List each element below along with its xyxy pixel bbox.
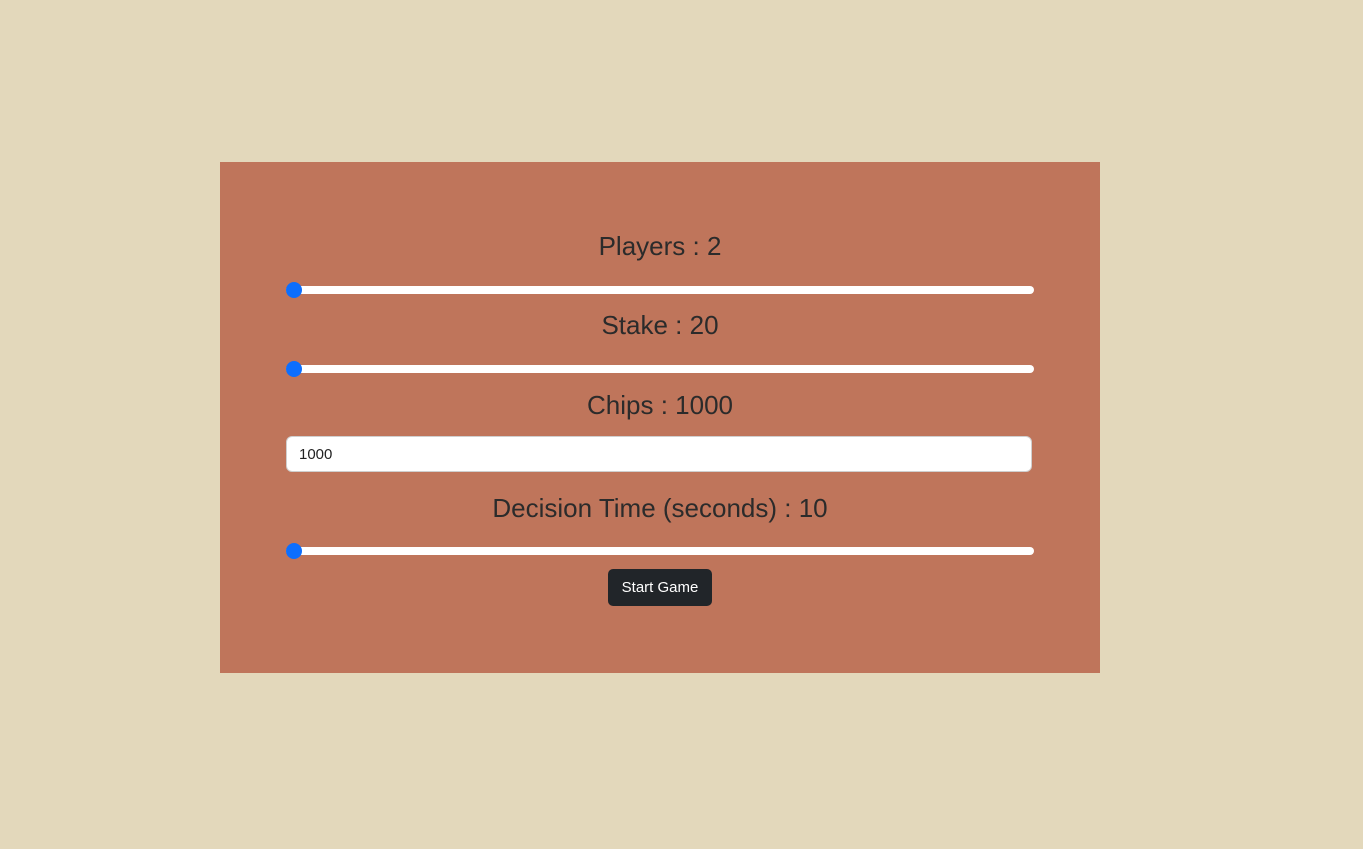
start-game-button[interactable]: Start Game — [608, 569, 712, 606]
decision-time-slider[interactable] — [286, 541, 1034, 561]
chips-label: Chips : 1000 — [587, 390, 733, 420]
players-label: Players : 2 — [598, 231, 722, 261]
stake-slider[interactable] — [286, 359, 1034, 379]
stake-label: Stake : 20 — [601, 310, 719, 340]
decision-time-slider-thumb[interactable] — [286, 543, 302, 559]
players-slider-track[interactable] — [286, 286, 1034, 294]
stake-slider-track[interactable] — [286, 365, 1034, 373]
decision-time-label: Decision Time (seconds) : 10 — [492, 493, 828, 523]
decision-time-slider-track[interactable] — [286, 547, 1034, 555]
players-slider[interactable] — [286, 280, 1034, 300]
stake-slider-thumb[interactable] — [286, 361, 302, 377]
players-slider-thumb[interactable] — [286, 282, 302, 298]
chips-input[interactable] — [286, 436, 1032, 472]
game-settings-panel: Players : 2 Stake : 20 Chips : 1000 Deci… — [220, 162, 1100, 673]
